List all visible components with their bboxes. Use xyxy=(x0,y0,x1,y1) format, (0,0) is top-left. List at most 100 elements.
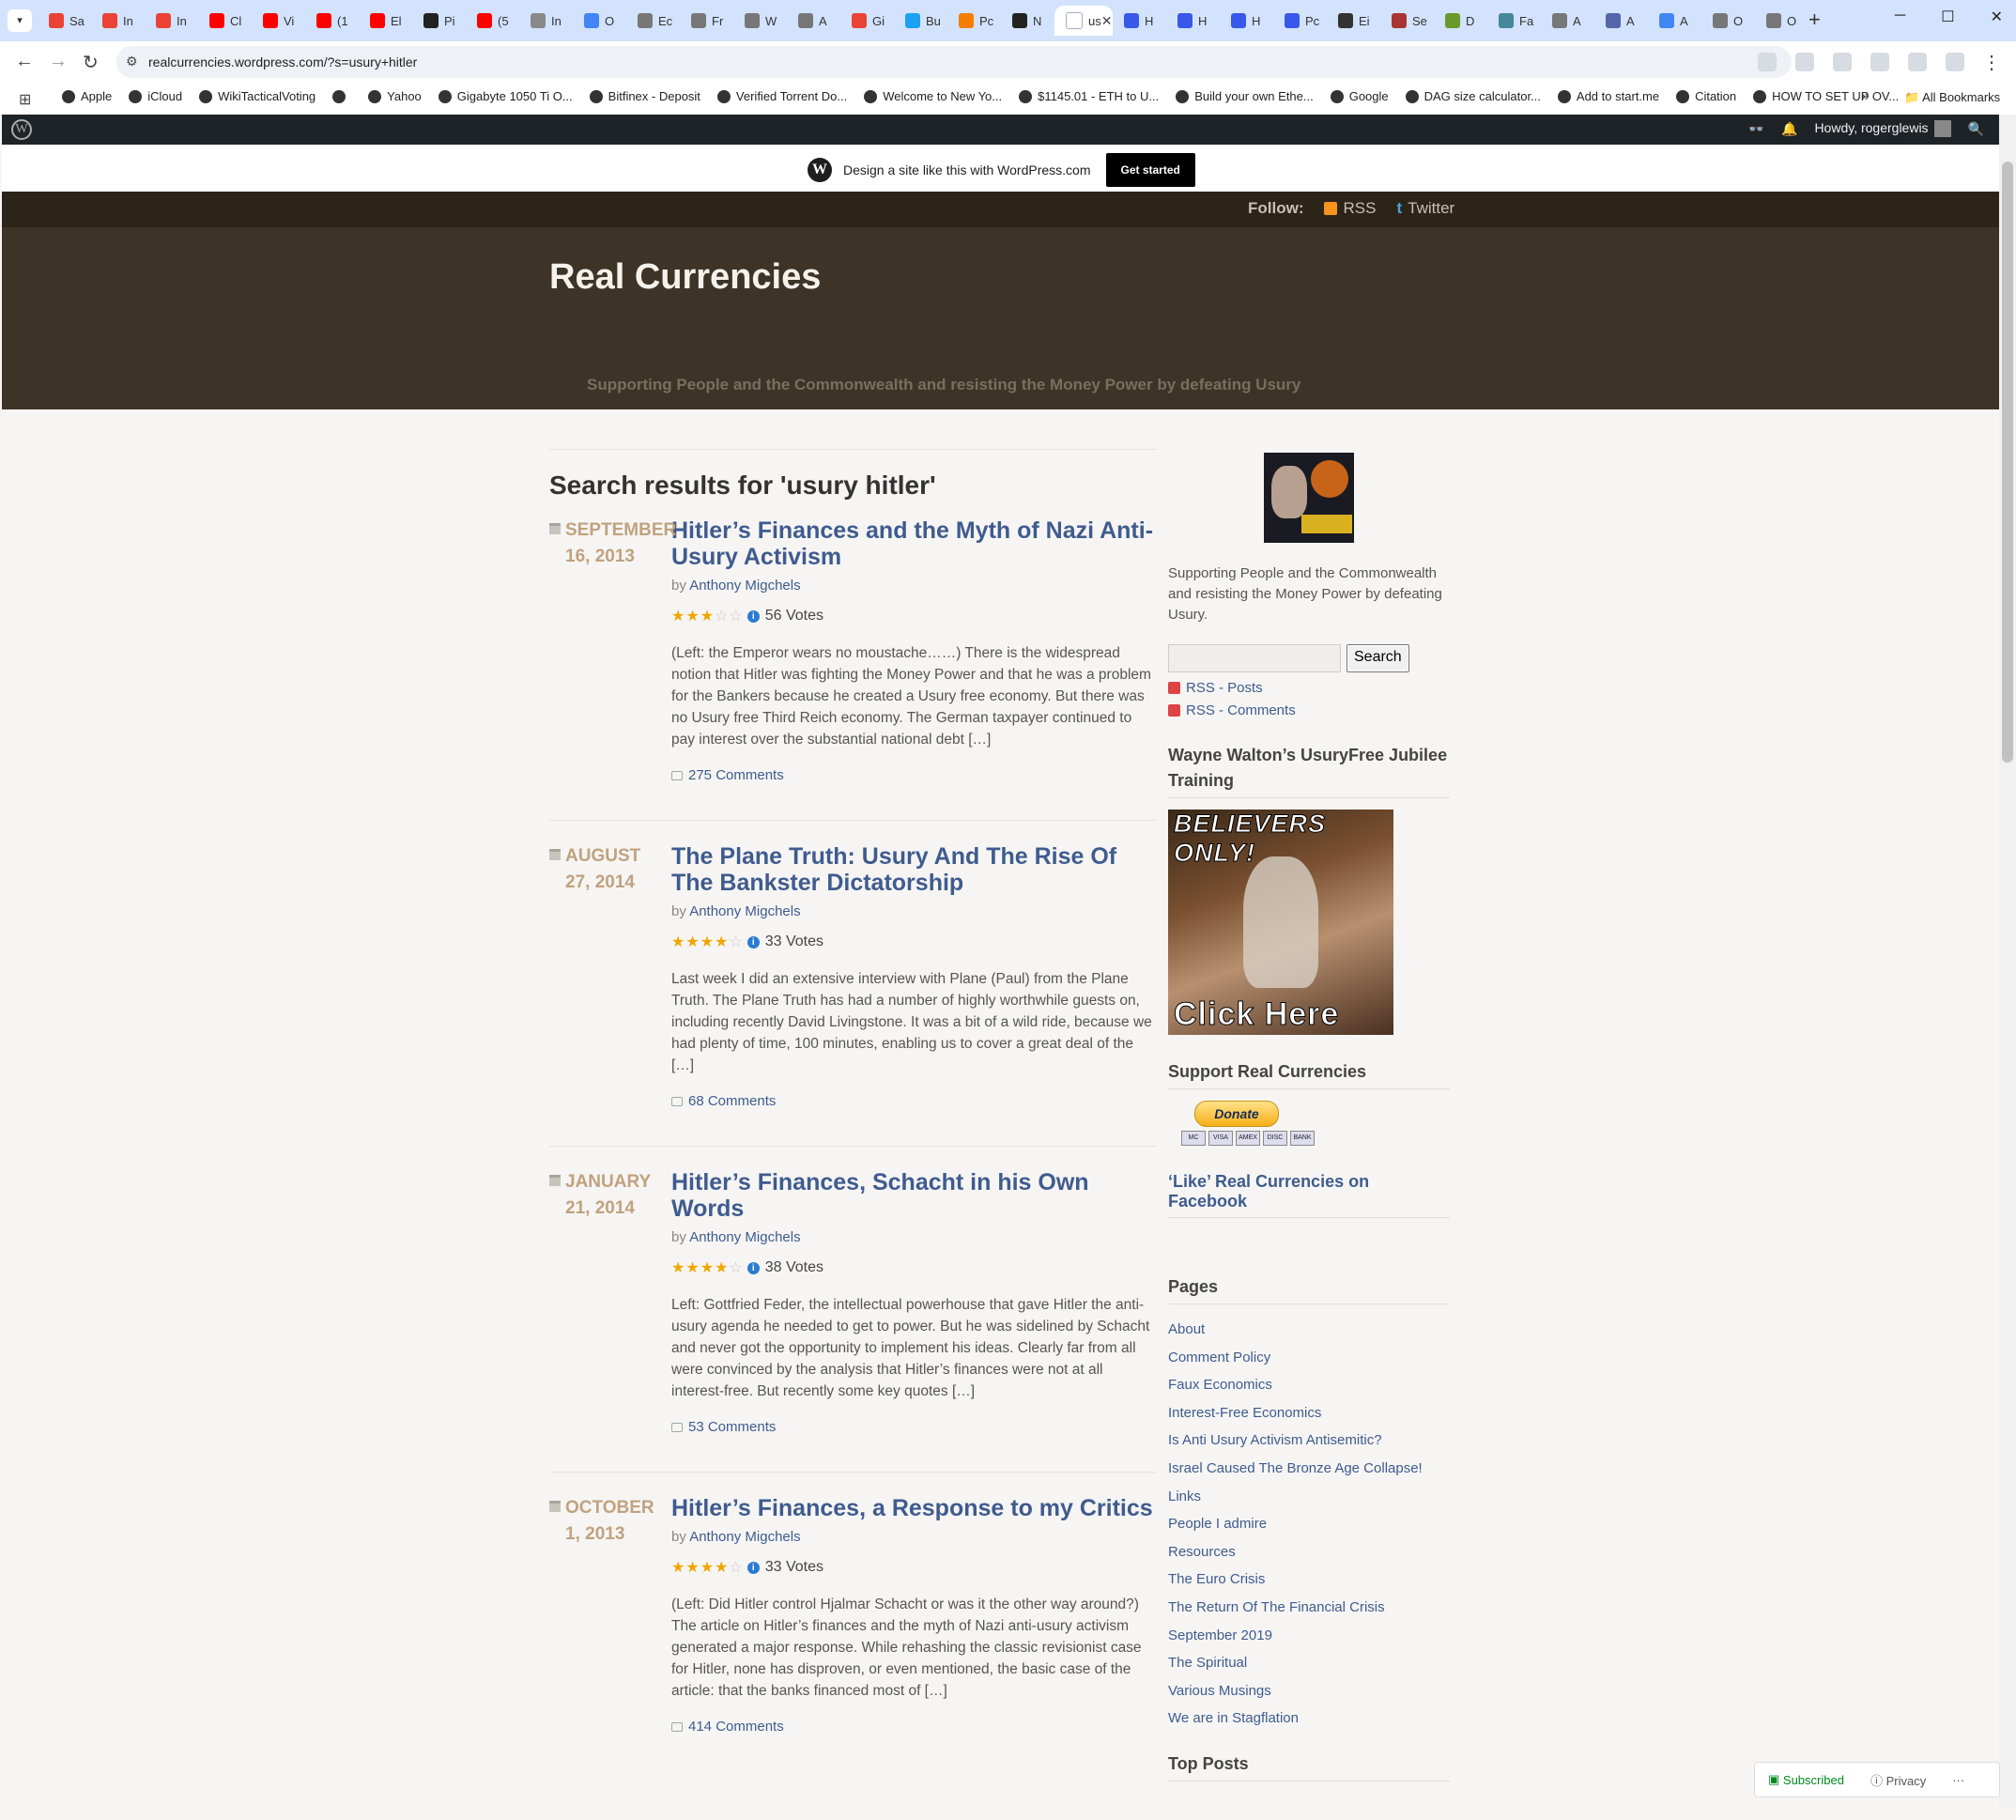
browser-tab[interactable]: A xyxy=(1541,6,1594,36)
sidebar-page-link[interactable]: Interest-Free Economics xyxy=(1168,1399,1450,1427)
bookmark-item[interactable]: Google xyxy=(1330,89,1389,103)
maximize-icon[interactable]: ☐ xyxy=(1941,8,1954,26)
sidebar-page-link[interactable]: About xyxy=(1168,1316,1450,1344)
rss-link[interactable]: RSS xyxy=(1343,199,1376,218)
sidebar-page-link[interactable]: Various Musings xyxy=(1168,1677,1450,1705)
comments-link[interactable]: 414 Comments xyxy=(671,1719,1156,1735)
bookmark-item[interactable]: Bitfinex - Deposit xyxy=(589,89,700,103)
sidebar-page-link[interactable]: Resources xyxy=(1168,1538,1450,1566)
sidebar-page-link[interactable]: The Return Of The Financial Crisis xyxy=(1168,1594,1450,1622)
bookmark-item[interactable]: Yahoo xyxy=(368,89,422,103)
sidebar-page-link[interactable]: Comment Policy xyxy=(1168,1344,1450,1372)
star-icon[interactable]: ★ xyxy=(685,934,700,950)
star-icon[interactable]: ☆ xyxy=(729,609,743,625)
subscribed-button[interactable]: ▣ Subscribed xyxy=(1768,1772,1844,1787)
bookmark-item[interactable]: Gigabyte 1050 Ti O... xyxy=(438,89,573,103)
star-icon[interactable]: ★ xyxy=(671,609,685,625)
rss-posts-link[interactable]: RSS - Posts xyxy=(1168,680,1450,696)
wordpress-logo-icon[interactable]: W xyxy=(11,119,32,140)
author-link[interactable]: Anthony Migchels xyxy=(689,578,800,594)
browser-tab[interactable]: us ✕ xyxy=(1054,6,1113,36)
site-title[interactable]: Real Currencies xyxy=(549,257,821,298)
rating-info-icon[interactable]: i xyxy=(746,609,760,623)
notifications-bell-icon[interactable]: 🔔 xyxy=(1781,121,1797,137)
browser-tab[interactable]: D xyxy=(1434,6,1487,36)
comments-link[interactable]: 68 Comments xyxy=(671,1093,1156,1109)
bookmarks-overflow-icon[interactable]: » xyxy=(1861,88,1870,105)
search-button[interactable]: Search xyxy=(1347,644,1409,672)
rating-info-icon[interactable]: i xyxy=(746,1261,760,1274)
star-icon[interactable]: ★ xyxy=(715,1560,729,1576)
page-scrollbar[interactable] xyxy=(1999,115,2016,1807)
browser-tab[interactable]: N xyxy=(1001,6,1054,36)
browser-tab[interactable]: Cl xyxy=(198,6,252,36)
browser-tab[interactable]: Vi xyxy=(252,6,305,36)
star-icon[interactable]: ★ xyxy=(685,609,700,625)
browser-tab[interactable]: Fa xyxy=(1487,6,1541,36)
browser-tab[interactable]: Pi xyxy=(412,6,466,36)
star-icon[interactable]: ☆ xyxy=(729,1560,743,1576)
star-icon[interactable]: ★ xyxy=(700,934,715,950)
browser-tab[interactable]: (1 xyxy=(305,6,359,36)
rating-stars[interactable]: ★★★★☆ xyxy=(671,1558,744,1577)
rss-comments-link[interactable]: RSS - Comments xyxy=(1168,702,1450,718)
rating-info-icon[interactable]: i xyxy=(746,935,760,949)
browser-tab[interactable]: Gi xyxy=(840,6,894,36)
bookmark-item[interactable]: Citation xyxy=(1676,89,1736,103)
post-title-link[interactable]: Hitler’s Finances, a Response to my Crit… xyxy=(671,1495,1156,1521)
browser-tab[interactable]: H xyxy=(1220,6,1273,36)
browser-tab[interactable]: Se xyxy=(1380,6,1434,36)
star-icon[interactable]: ★ xyxy=(700,1560,715,1576)
forward-icon[interactable]: → xyxy=(49,51,68,72)
reload-icon[interactable]: ↻ xyxy=(83,51,99,74)
browser-tab[interactable]: A xyxy=(1648,6,1701,36)
star-icon[interactable]: ★ xyxy=(685,1560,700,1576)
media-icon[interactable] xyxy=(1908,53,1927,71)
browser-tab[interactable]: Sa xyxy=(38,6,91,36)
facebook-like-link[interactable]: ‘Like’ Real Currencies on Facebook xyxy=(1168,1172,1450,1218)
bookmark-item[interactable]: WikiTacticalVoting xyxy=(199,89,315,103)
rating-stars[interactable]: ★★★★☆ xyxy=(671,933,744,951)
browser-tab[interactable]: (5 xyxy=(466,6,519,36)
sidebar-page-link[interactable]: People I admire xyxy=(1168,1510,1450,1538)
site-info-icon[interactable]: ⚙ xyxy=(126,54,138,69)
twitter-link[interactable]: Twitter xyxy=(1408,199,1454,218)
star-icon[interactable]: ★ xyxy=(671,934,685,950)
browser-tab[interactable]: H xyxy=(1166,6,1220,36)
back-icon[interactable]: ← xyxy=(15,51,34,72)
star-icon[interactable]: ★ xyxy=(671,1260,685,1276)
post-title-link[interactable]: The Plane Truth: Usury And The Rise Of T… xyxy=(671,843,1156,896)
browser-tab[interactable]: In xyxy=(145,6,198,36)
rating-stars[interactable]: ★★★★☆ xyxy=(671,1258,744,1277)
browser-tab[interactable]: O xyxy=(573,6,626,36)
browser-tab[interactable]: Pc xyxy=(947,6,1001,36)
browser-tab[interactable]: O xyxy=(1755,6,1808,36)
star-icon[interactable]: ☆ xyxy=(715,609,729,625)
tab-close-icon[interactable]: ✕ xyxy=(1101,13,1113,29)
puzzle-icon[interactable] xyxy=(1870,53,1889,71)
scroll-thumb[interactable] xyxy=(2002,162,2013,763)
close-window-icon[interactable]: ✕ xyxy=(1991,8,2003,26)
bookmark-item[interactable]: iCloud xyxy=(129,89,182,103)
author-link[interactable]: Anthony Migchels xyxy=(689,1529,800,1545)
browser-tab[interactable]: In xyxy=(91,6,145,36)
browser-tab[interactable]: Pc xyxy=(1273,6,1327,36)
bookmark-item[interactable]: Build your own Ethe... xyxy=(1176,89,1314,103)
minimize-icon[interactable]: ─ xyxy=(1895,8,1905,26)
browser-tab[interactable]: A xyxy=(1594,6,1648,36)
sidebar-page-link[interactable]: We are in Stagflation xyxy=(1168,1704,1450,1733)
star-icon[interactable]: ★ xyxy=(715,934,729,950)
all-bookmarks-button[interactable]: 📁 All Bookmarks xyxy=(1904,90,2000,105)
browser-tab[interactable]: H xyxy=(1113,6,1166,36)
browser-tab[interactable]: Ei xyxy=(1327,6,1380,36)
browser-tab[interactable]: O xyxy=(1701,6,1755,36)
browser-tab[interactable]: A xyxy=(787,6,840,36)
star-icon[interactable]: ★ xyxy=(715,1260,729,1276)
star-icon[interactable]: ☆ xyxy=(729,1260,743,1276)
privacy-button[interactable]: ⓘ Privacy xyxy=(1870,1771,1926,1789)
howdy-account[interactable]: Howdy, rogerglewis xyxy=(1814,120,1951,138)
admin-search-icon[interactable]: 🔍 xyxy=(1968,121,1984,137)
browser-tab[interactable]: Ec xyxy=(626,6,680,36)
sidebar-page-link[interactable]: Is Anti Usury Activism Antisemitic? xyxy=(1168,1427,1450,1455)
new-tab-button[interactable]: + xyxy=(1808,8,1821,32)
